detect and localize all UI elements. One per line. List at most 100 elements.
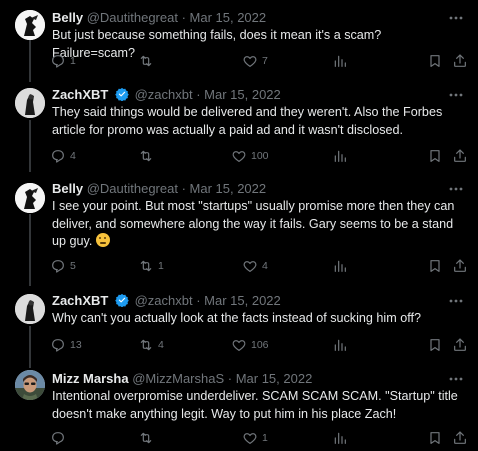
share-button[interactable] bbox=[452, 52, 468, 70]
more-icon[interactable] bbox=[448, 181, 464, 197]
user-handle[interactable]: @Dautithegreat bbox=[87, 181, 178, 196]
bookmark-icon bbox=[430, 432, 440, 444]
heart-icon bbox=[232, 151, 246, 162]
bookmark-button[interactable] bbox=[427, 52, 443, 70]
tweet-actions: 4 100 bbox=[50, 147, 470, 165]
avatar-image bbox=[15, 294, 45, 324]
heart-icon bbox=[243, 56, 257, 67]
views-button[interactable] bbox=[332, 336, 348, 354]
reply-count: 1 bbox=[70, 55, 76, 67]
display-name[interactable]: ZachXBT bbox=[52, 87, 108, 102]
share-button[interactable] bbox=[452, 429, 468, 447]
bookmark-button[interactable] bbox=[427, 336, 443, 354]
reply-button[interactable] bbox=[50, 429, 70, 447]
share-icon bbox=[454, 338, 466, 351]
avatar-image bbox=[15, 88, 45, 118]
reply-icon bbox=[52, 55, 64, 68]
bookmark-icon bbox=[430, 150, 440, 162]
tweet-date[interactable]: · Mar 15, 2022 bbox=[182, 10, 267, 25]
display-name[interactable]: Mizz Marsha bbox=[52, 371, 129, 386]
display-name[interactable]: ZachXBT bbox=[52, 293, 108, 308]
views-button[interactable] bbox=[332, 52, 348, 70]
heart-icon bbox=[232, 340, 246, 351]
bookmark-button[interactable] bbox=[427, 147, 443, 165]
tweet[interactable]: Belly @Dautithegreat · Mar 15, 2022 I se… bbox=[0, 180, 478, 286]
avatar[interactable] bbox=[15, 88, 45, 118]
views-button[interactable] bbox=[332, 429, 348, 447]
avatar-image bbox=[15, 10, 45, 40]
retweet-count: 4 bbox=[158, 339, 164, 351]
retweet-button[interactable]: 1 bbox=[138, 257, 164, 275]
tweet[interactable]: Belly @Dautithegreat · Mar 15, 2022 But … bbox=[0, 6, 478, 82]
tweet[interactable]: ZachXBT @zachxbt · Mar 15, 2022 Why can'… bbox=[0, 292, 478, 368]
reply-count: 5 bbox=[70, 260, 76, 272]
tweet-actions: 5 1 4 bbox=[50, 257, 470, 275]
like-button[interactable]: 100 bbox=[231, 147, 269, 165]
more-icon[interactable] bbox=[448, 87, 464, 103]
share-icon bbox=[454, 259, 466, 272]
more-icon[interactable] bbox=[448, 371, 464, 387]
bookmark-icon bbox=[430, 260, 440, 272]
views-button[interactable] bbox=[332, 257, 348, 275]
views-icon bbox=[334, 339, 346, 351]
more-icon[interactable] bbox=[448, 10, 464, 26]
user-handle[interactable]: @Dautithegreat bbox=[87, 10, 178, 25]
share-icon bbox=[454, 54, 466, 67]
reply-icon bbox=[52, 339, 64, 352]
bookmark-button[interactable] bbox=[427, 429, 443, 447]
tweet-date[interactable]: · Mar 15, 2022 bbox=[196, 293, 281, 308]
views-button[interactable] bbox=[332, 147, 348, 165]
tweet-header: ZachXBT @zachxbt · Mar 15, 2022 bbox=[52, 86, 281, 104]
tweet-date[interactable]: · Mar 15, 2022 bbox=[228, 371, 313, 386]
retweet-button[interactable] bbox=[138, 52, 158, 70]
reply-button[interactable]: 4 bbox=[50, 147, 76, 165]
avatar-image bbox=[15, 370, 45, 400]
views-icon bbox=[334, 260, 346, 272]
tweet[interactable]: ZachXBT @zachxbt · Mar 15, 2022 They sai… bbox=[0, 86, 478, 172]
retweet-button[interactable]: 4 bbox=[138, 336, 164, 354]
share-icon bbox=[454, 149, 466, 162]
avatar-image bbox=[15, 183, 45, 213]
tweet-header: ZachXBT @zachxbt · Mar 15, 2022 bbox=[52, 292, 281, 310]
tweet-date[interactable]: · Mar 15, 2022 bbox=[182, 181, 267, 196]
reply-icon bbox=[52, 150, 64, 163]
share-button[interactable] bbox=[452, 257, 468, 275]
reply-button[interactable]: 1 bbox=[50, 52, 76, 70]
tweet-text: Intentional overpromise underdeliver. SC… bbox=[52, 389, 458, 421]
avatar[interactable] bbox=[15, 10, 45, 40]
tweet-actions: 13 4 106 bbox=[50, 336, 470, 354]
display-name[interactable]: Belly bbox=[52, 181, 83, 196]
like-count: 1 bbox=[262, 432, 268, 444]
retweet-icon bbox=[140, 432, 152, 444]
avatar[interactable] bbox=[15, 294, 45, 324]
retweet-button[interactable] bbox=[138, 147, 158, 165]
retweet-icon bbox=[140, 260, 152, 272]
user-handle[interactable]: @zachxbt bbox=[135, 293, 193, 308]
more-icon[interactable] bbox=[448, 293, 464, 309]
bookmark-button[interactable] bbox=[427, 257, 443, 275]
like-button[interactable]: 106 bbox=[231, 336, 269, 354]
bookmark-icon bbox=[430, 339, 440, 351]
like-button[interactable]: 1 bbox=[242, 429, 268, 447]
retweet-icon bbox=[140, 55, 152, 67]
tweet-date[interactable]: · Mar 15, 2022 bbox=[196, 87, 281, 102]
tweet-header: Belly @Dautithegreat · Mar 15, 2022 bbox=[52, 9, 266, 27]
bookmark-icon bbox=[430, 55, 440, 67]
like-button[interactable]: 7 bbox=[242, 52, 268, 70]
like-button[interactable]: 4 bbox=[242, 257, 268, 275]
retweet-icon bbox=[140, 150, 152, 162]
avatar[interactable] bbox=[15, 370, 45, 400]
retweet-icon bbox=[140, 339, 152, 351]
retweet-count: 1 bbox=[158, 260, 164, 272]
reply-button[interactable]: 5 bbox=[50, 257, 76, 275]
display-name[interactable]: Belly bbox=[52, 10, 83, 25]
user-handle[interactable]: @zachxbt bbox=[135, 87, 193, 102]
share-button[interactable] bbox=[452, 147, 468, 165]
retweet-button[interactable] bbox=[138, 429, 158, 447]
avatar[interactable] bbox=[15, 183, 45, 213]
share-button[interactable] bbox=[452, 336, 468, 354]
user-handle[interactable]: @MizzMarshaS bbox=[132, 371, 224, 386]
tweet[interactable]: Mizz Marsha @MizzMarshaS · Mar 15, 2022 … bbox=[0, 370, 478, 450]
reply-count: 4 bbox=[70, 150, 76, 162]
reply-button[interactable]: 13 bbox=[50, 336, 82, 354]
